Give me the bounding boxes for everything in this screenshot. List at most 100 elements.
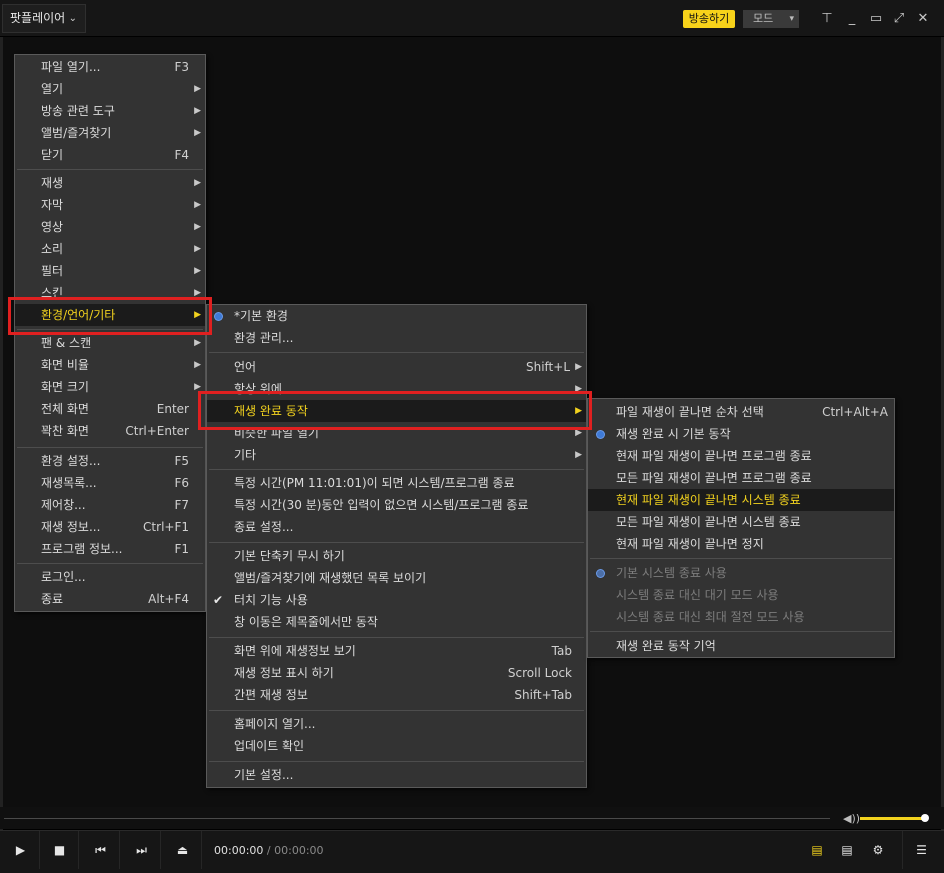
menu-item[interactable]: 팬 & 스캔 ▶: [15, 332, 205, 354]
menu-item-shortcut: F1: [174, 542, 189, 556]
menu-item-label: 기본 시스템 종료 사용: [616, 566, 727, 580]
menu-item[interactable]: 재생 완료 동작 기억: [588, 635, 894, 657]
app-menu-button[interactable]: 팟플레이어 ⌄: [2, 4, 86, 33]
submenu-arrow-icon: ▶: [575, 450, 582, 460]
menu-item[interactable]: 재생 ▶: [15, 172, 205, 194]
menu-item[interactable]: 재생 정보 표시 하기 Scroll Lock: [207, 662, 586, 684]
menu-item-label: 현재 파일 재생이 끝나면 프로그램 종료: [616, 449, 812, 463]
close-icon[interactable]: ✕: [914, 10, 932, 28]
menu-item[interactable]: 종료 설정...: [207, 516, 586, 538]
menu-item-label: 재생목록...: [41, 476, 97, 490]
menu-item[interactable]: 환경 관리...: [207, 327, 586, 349]
menu-separator: [209, 352, 584, 353]
menu-item[interactable]: 모든 파일 재생이 끝나면 프로그램 종료: [588, 467, 894, 489]
stop-icon[interactable]: ■: [41, 831, 79, 869]
menu-separator: [17, 563, 203, 564]
menu-item[interactable]: 간편 재생 정보 Shift+Tab: [207, 684, 586, 706]
volume-icon[interactable]: ◀)): [843, 812, 860, 825]
menu-item[interactable]: 파일 열기... F3: [15, 56, 205, 78]
fullscreen-icon[interactable]: ⤢: [890, 10, 908, 28]
menu-item[interactable]: 앨범/즐겨찾기 ▶: [15, 122, 205, 144]
menu-item[interactable]: 특정 시간(30 분)동안 입력이 없으면 시스템/프로그램 종료: [207, 494, 586, 516]
menu-item-label: 화면 비율: [41, 358, 89, 372]
menu-item[interactable]: 화면 비율 ▶: [15, 354, 205, 376]
menu-item[interactable]: 방송 관련 도구 ▶: [15, 100, 205, 122]
menu-item[interactable]: 꽉찬 화면 Ctrl+Enter: [15, 420, 205, 442]
menu-item-shortcut: F3: [174, 60, 189, 74]
menu-item[interactable]: *기본 환경: [207, 305, 586, 327]
menu-item[interactable]: 열기 ▶: [15, 78, 205, 100]
menu-separator: [209, 761, 584, 762]
menu-item[interactable]: 파일 재생이 끝나면 순차 선택 Ctrl+Alt+A: [588, 401, 894, 423]
highlight-box: [198, 391, 592, 430]
menu-item[interactable]: 화면 크기 ▶: [15, 376, 205, 398]
menu-item[interactable]: 종료 Alt+F4: [15, 588, 205, 610]
menu-item[interactable]: 재생 완료 시 기본 동작: [588, 423, 894, 445]
menu-item[interactable]: 화면 위에 재생정보 보기 Tab: [207, 640, 586, 662]
menu-item[interactable]: 기본 단축키 무시 하기: [207, 545, 586, 567]
mode-dropdown[interactable]: 모드 ▾: [743, 10, 799, 28]
submenu-arrow-icon: ▶: [194, 178, 201, 188]
menu-item: 시스템 종료 대신 대기 모드 사용: [588, 584, 894, 606]
menu-item[interactable]: 언어 Shift+L ▶: [207, 356, 586, 378]
menu-item[interactable]: 닫기 F4: [15, 144, 205, 166]
next-icon[interactable]: ⏭: [123, 831, 161, 869]
menu-item[interactable]: ✔ 터치 기능 사용: [207, 589, 586, 611]
menu-item[interactable]: 창 이동은 제목줄에서만 동작: [207, 611, 586, 633]
menu-item[interactable]: 제어창... F7: [15, 494, 205, 516]
menu-item[interactable]: 프로그램 정보... F1: [15, 538, 205, 560]
menu-item-label: 로그인...: [41, 570, 86, 584]
menu-item[interactable]: 필터 ▶: [15, 260, 205, 282]
menu-item-label: 언어: [234, 360, 257, 374]
menu-item-shortcut: Ctrl+Alt+A: [822, 405, 888, 419]
eject-icon[interactable]: ⏏: [164, 831, 202, 869]
menu-item-label: 열기: [41, 82, 64, 96]
maximize-icon[interactable]: ▭: [867, 10, 885, 28]
menu-item[interactable]: 앨범/즐겨찾기에 재생했던 목록 보이기: [207, 567, 586, 589]
mode-label: 모드: [753, 12, 774, 25]
menu-item[interactable]: 로그인...: [15, 566, 205, 588]
menu-item[interactable]: 소리 ▶: [15, 238, 205, 260]
menu-icon[interactable]: ☰: [902, 831, 940, 869]
menu-item[interactable]: 홈페이지 열기...: [207, 713, 586, 735]
menu-item-label: 화면 위에 재생정보 보기: [234, 644, 356, 658]
menu-item-shortcut: Tab: [551, 644, 572, 658]
menu-item-label: 모든 파일 재생이 끝나면 시스템 종료: [616, 515, 801, 529]
menu-separator: [209, 710, 584, 711]
menu-item[interactable]: 환경 설정... F5: [15, 450, 205, 472]
menu-item[interactable]: 모든 파일 재생이 끝나면 시스템 종료: [588, 511, 894, 533]
pin-icon[interactable]: ⊤: [818, 10, 836, 28]
menu-item[interactable]: 특정 시간(PM 11:01:01)이 되면 시스템/프로그램 종료: [207, 472, 586, 494]
volume-handle[interactable]: [921, 814, 929, 822]
seek-slider[interactable]: [4, 818, 830, 819]
broadcast-button[interactable]: 방송하기: [683, 10, 735, 28]
menu-item[interactable]: 전체 화면 Enter: [15, 398, 205, 420]
menu-item-label: 모든 파일 재생이 끝나면 프로그램 종료: [616, 471, 812, 485]
current-time: 00:00:00: [214, 844, 264, 857]
minimize-icon[interactable]: _: [843, 10, 861, 28]
play-icon[interactable]: ▶: [2, 831, 40, 869]
menu-item[interactable]: 자막 ▶: [15, 194, 205, 216]
menu-item[interactable]: 영상 ▶: [15, 216, 205, 238]
menu-item[interactable]: 기타 ▶: [207, 444, 586, 466]
menu-item-label: 창 이동은 제목줄에서만 동작: [234, 615, 378, 629]
menu-item[interactable]: 재생목록... F6: [15, 472, 205, 494]
menu-item[interactable]: 현재 파일 재생이 끝나면 정지: [588, 533, 894, 555]
volume-slider[interactable]: [860, 817, 926, 820]
menu-item[interactable]: 현재 파일 재생이 끝나면 시스템 종료: [588, 489, 894, 511]
submenu-arrow-icon: ▶: [194, 128, 201, 138]
menu-item[interactable]: 현재 파일 재생이 끝나면 프로그램 종료: [588, 445, 894, 467]
title-bar: 팟플레이어 ⌄ 방송하기 모드 ▾ ⊤ _ ▭ ⤢ ✕: [0, 0, 944, 37]
menu-item-shortcut: Alt+F4: [148, 592, 189, 606]
menu-item[interactable]: 기본 설정...: [207, 764, 586, 786]
previous-icon[interactable]: ⏮: [82, 831, 120, 869]
menu-item[interactable]: 재생 정보... Ctrl+F1: [15, 516, 205, 538]
total-time: 00:00:00: [274, 844, 324, 857]
menu-item-shortcut: F7: [174, 498, 189, 512]
menu-item-label: 업데이트 확인: [234, 739, 305, 753]
menu-item-label: 앨범/즐겨찾기: [41, 126, 112, 140]
settings-icon[interactable]: ⚙: [859, 831, 897, 869]
submenu-arrow-icon: ▶: [194, 266, 201, 276]
environment-submenu: *기본 환경 환경 관리... 언어 Shift+L ▶ 항상 위에 ▶ 재생 완료 동작 ▶ 비…: [206, 304, 587, 788]
menu-item[interactable]: 업데이트 확인: [207, 735, 586, 757]
